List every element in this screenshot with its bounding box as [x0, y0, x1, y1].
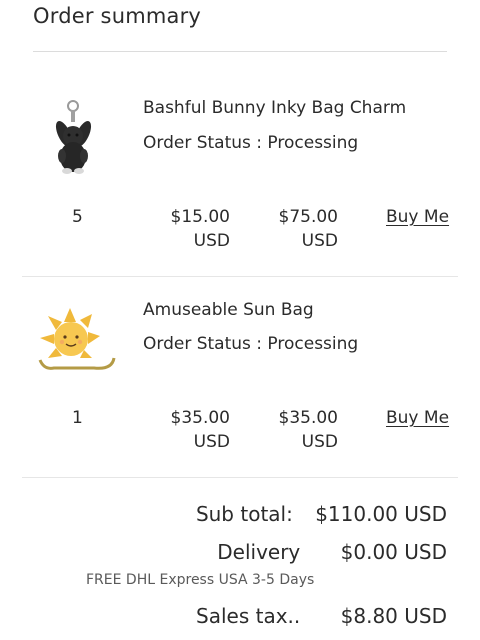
- unit-price-amount: $15.00: [170, 207, 230, 227]
- sales-tax-row: Sales tax.. $8.80 USD: [196, 604, 447, 628]
- sales-tax-label: Sales tax..: [196, 604, 301, 628]
- buy-me-link[interactable]: Buy Me: [386, 207, 449, 227]
- unit-price-currency: USD: [193, 231, 230, 251]
- bunny-product-image[interactable]: [34, 98, 120, 184]
- line-total-currency: USD: [301, 432, 338, 452]
- unit-price: $35.00 USD: [140, 406, 230, 454]
- subtotal-label: Sub total:: [195, 502, 293, 526]
- line-total-currency: USD: [301, 231, 338, 251]
- subtotal-row: Sub total: $110.00 USD: [196, 502, 447, 526]
- buy-me-link[interactable]: Buy Me: [386, 408, 449, 428]
- order-status: Order Status : Processing: [143, 334, 359, 354]
- divider: [22, 477, 458, 478]
- divider: [33, 51, 447, 52]
- product-name[interactable]: Amuseable Sun Bag: [143, 300, 314, 320]
- line-total-amount: $75.00: [278, 207, 338, 227]
- line-total-amount: $35.00: [278, 408, 338, 428]
- unit-price-currency: USD: [193, 432, 230, 452]
- divider: [22, 276, 458, 277]
- unit-price-amount: $35.00: [170, 408, 230, 428]
- unit-price: $15.00 USD: [140, 205, 230, 253]
- sun-bag-icon: [38, 308, 116, 370]
- line-total: $75.00 USD: [248, 205, 338, 253]
- line-total: $35.00 USD: [248, 406, 338, 454]
- quantity: 5: [72, 207, 83, 227]
- quantity: 1: [72, 408, 83, 428]
- order-status: Order Status : Processing: [143, 133, 359, 153]
- sun-bag-product-image[interactable]: [34, 300, 120, 386]
- delivery-note: FREE DHL Express USA 3-5 Days: [86, 572, 315, 588]
- page-title: Order summary: [33, 4, 202, 28]
- bunny-icon: [55, 100, 92, 174]
- subtotal-value: $110.00 USD: [315, 502, 447, 526]
- delivery-value: $0.00 USD: [340, 540, 447, 564]
- delivery-label: Delivery: [217, 540, 301, 564]
- delivery-row: Delivery $0.00 USD: [217, 540, 447, 564]
- sales-tax-value: $8.80 USD: [340, 604, 447, 628]
- product-name[interactable]: Bashful Bunny Inky Bag Charm: [143, 98, 406, 118]
